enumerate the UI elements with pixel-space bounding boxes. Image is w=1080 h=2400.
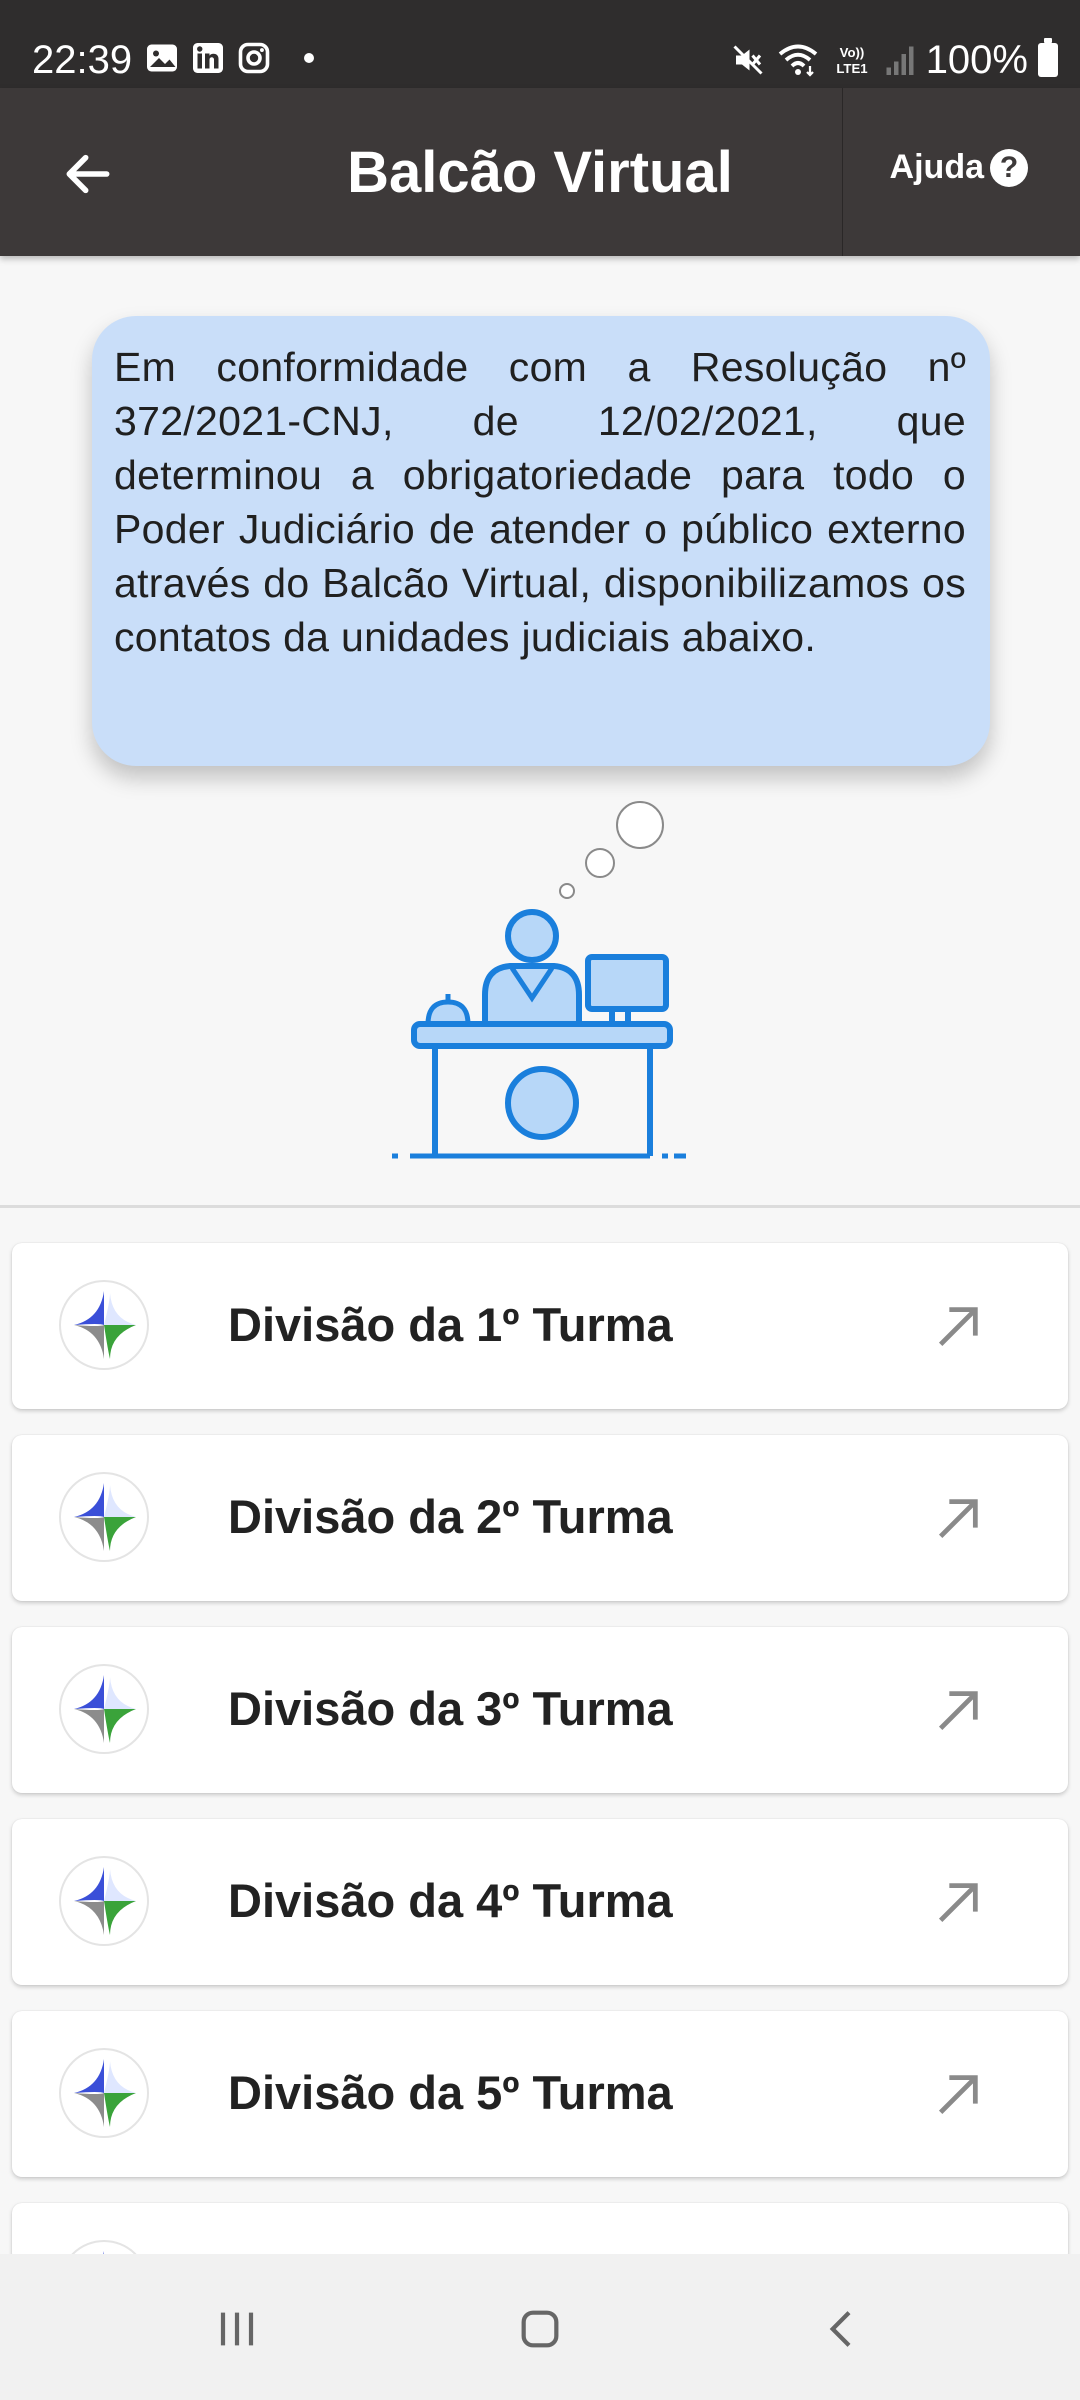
info-text: Em conformidade com a Resolução nº 372/2… xyxy=(114,344,966,660)
mute-icon xyxy=(733,45,763,75)
division-card-2[interactable]: Divisão da 2º Turma xyxy=(12,1435,1068,1601)
svg-text:Vo)): Vo)) xyxy=(839,45,864,60)
external-link-arrow-icon xyxy=(938,2075,978,2115)
division-card-3[interactable]: Divisão da 3º Turma xyxy=(12,1627,1068,1793)
system-icons: Vo)) LTE1 100% xyxy=(730,36,1058,84)
recents-button[interactable] xyxy=(197,2294,277,2364)
reception-desk-illustration xyxy=(392,801,696,1159)
linkedin-icon xyxy=(193,43,223,73)
division-label: Divisão da 1º Turma xyxy=(228,1298,673,1351)
person-head xyxy=(505,909,559,963)
division-label: Divisão da 4º Turma xyxy=(228,1874,673,1927)
desk-emblem xyxy=(505,1066,579,1140)
dot-icon xyxy=(304,53,314,63)
signal-icon xyxy=(886,46,914,75)
desk-top xyxy=(411,1021,673,1049)
nav-back-button[interactable] xyxy=(802,2294,882,2364)
system-nav-bar xyxy=(0,2254,1080,2400)
division-label: Divisão da 2º Turma xyxy=(228,1490,673,1543)
svg-text:LTE1: LTE1 xyxy=(836,61,867,76)
external-link-arrow-icon xyxy=(938,1499,978,1539)
court-logo-icon xyxy=(59,1664,149,1754)
battery-icon xyxy=(1038,38,1058,77)
section-divider xyxy=(0,1205,1080,1208)
thought-bubble-large xyxy=(616,801,664,849)
status-bar: 22:39 Vo)) LTE1 100% xyxy=(0,0,1080,88)
external-link-arrow-icon xyxy=(938,1883,978,1923)
volte-icon: Vo))LTE1 xyxy=(836,45,867,76)
battery-level: 100% xyxy=(925,38,1028,82)
home-button[interactable] xyxy=(500,2294,580,2364)
division-label: Divisão da 5º Turma xyxy=(228,2066,673,2119)
app-bar: Balcão Virtual Ajuda ? xyxy=(0,88,1080,256)
instagram-icon xyxy=(238,42,270,74)
notification-icons xyxy=(144,40,314,76)
image-icon xyxy=(147,44,177,72)
division-list: Divisão da 1º Turma Divisão da 2º Turma … xyxy=(12,1243,1068,2263)
court-logo-icon xyxy=(59,2048,149,2138)
help-icon: ? xyxy=(990,148,1028,187)
help-button[interactable]: Ajuda ? xyxy=(890,148,1028,187)
desk-bell xyxy=(425,999,471,1027)
help-label: Ajuda xyxy=(889,148,984,186)
court-logo-icon xyxy=(59,1280,149,1370)
division-label: Divisão da 3º Turma xyxy=(228,1682,673,1735)
division-card-1[interactable]: Divisão da 1º Turma xyxy=(12,1243,1068,1409)
external-link-arrow-icon xyxy=(938,1691,978,1731)
recents-icon xyxy=(220,2312,254,2346)
back-icon xyxy=(829,2311,851,2347)
wifi-icon xyxy=(778,44,817,77)
external-link-arrow-icon xyxy=(938,1307,978,1347)
monitor xyxy=(585,954,669,1012)
status-time: 22:39 xyxy=(32,38,133,82)
info-bubble: Em conformidade com a Resolução nº 372/2… xyxy=(92,316,990,766)
division-card-5[interactable]: Divisão da 5º Turma xyxy=(12,2011,1068,2177)
thought-bubble-medium xyxy=(585,848,615,878)
home-icon xyxy=(521,2310,559,2348)
app-bar-divider xyxy=(842,88,843,256)
court-logo-icon xyxy=(59,1856,149,1946)
court-logo-icon xyxy=(59,1472,149,1562)
thought-bubble-small xyxy=(559,883,575,899)
division-card-4[interactable]: Divisão da 4º Turma xyxy=(12,1819,1068,1985)
